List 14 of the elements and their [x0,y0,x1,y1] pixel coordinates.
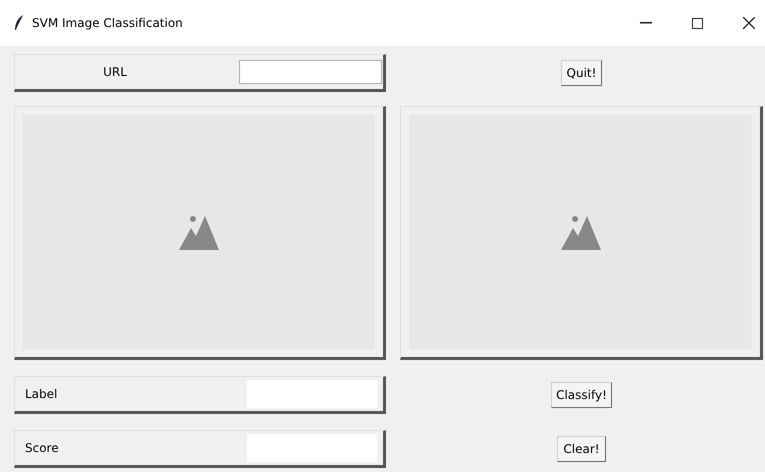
url-label: URL [102,64,128,81]
feather-icon [14,15,24,31]
score-label: Score [25,440,60,457]
quit-button[interactable]: Quit! [560,60,602,86]
window-title: SVM Image Classification [32,15,183,32]
label-text: Label [25,386,58,403]
url-input-field[interactable] [239,60,382,84]
maximize-icon[interactable] [692,18,703,28]
minimize-icon[interactable] [640,22,652,24]
clear-button[interactable]: Clear! [557,436,606,462]
classify-button[interactable]: Classify! [551,382,612,408]
mountain-icon [560,214,600,250]
mountain-icon [179,214,219,250]
close-icon[interactable] [743,17,755,29]
